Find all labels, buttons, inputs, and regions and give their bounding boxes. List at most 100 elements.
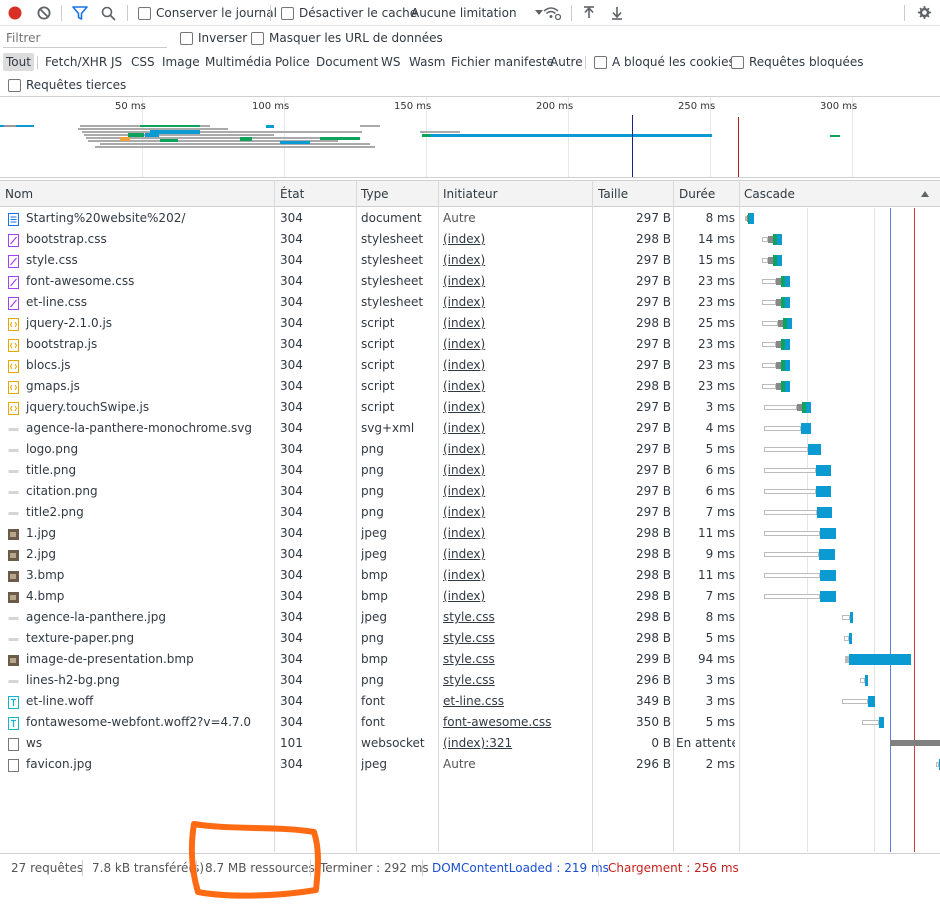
preserve-log-checkbox[interactable]: Conserver le journal (138, 0, 277, 26)
waterfall-cell[interactable] (742, 271, 940, 292)
request-name-cell[interactable]: gmaps.js (8, 376, 274, 397)
request-initiator[interactable]: (index) (443, 313, 593, 334)
column-header-waterfall[interactable]: Cascade (739, 181, 795, 207)
network-conditions-button[interactable] (543, 0, 561, 26)
type-filter-multimedia[interactable]: Multimédia (202, 53, 275, 71)
waterfall-cell[interactable] (742, 502, 940, 523)
request-row[interactable]: bootstrap.js 304 script (index) 297 B 23 ms (0, 334, 940, 355)
request-row[interactable]: jquery.touchSwipe.js 304 script (index) 297 … (0, 397, 940, 418)
request-name-cell[interactable]: citation.png (8, 481, 274, 502)
import-har-button[interactable] (583, 0, 595, 26)
filter-toggle-button[interactable] (72, 0, 88, 26)
waterfall-cell[interactable] (742, 628, 940, 649)
request-row[interactable]: et-line.woff 304 font et-line.css 349 B 3 ms (0, 691, 940, 712)
request-initiator[interactable]: (index) (443, 292, 593, 313)
request-row[interactable]: lines-h2-bg.png 304 png style.css 296 B 3 ms (0, 670, 940, 691)
request-row[interactable]: et-line.css 304 stylesheet (index) 297 B 23 m… (0, 292, 940, 313)
request-name-cell[interactable]: 4.bmp (8, 586, 274, 607)
waterfall-cell[interactable] (742, 544, 940, 565)
request-row[interactable]: jquery-2.1.0.js 304 script (index) 298 B 25 m… (0, 313, 940, 334)
request-name-cell[interactable]: font-awesome.css (8, 271, 274, 292)
type-filter-ws[interactable]: WS (378, 53, 403, 71)
waterfall-cell[interactable] (742, 607, 940, 628)
request-initiator[interactable]: style.css (443, 670, 593, 691)
request-row[interactable]: favicon.jpg 304 jpeg Autre 296 B 2 ms (0, 754, 940, 775)
waterfall-cell[interactable] (742, 670, 940, 691)
request-row[interactable]: title2.png 304 png (index) 297 B 7 ms (0, 502, 940, 523)
request-name-cell[interactable]: fontawesome-webfont.woff2?v=4.7.0 (8, 712, 274, 733)
request-initiator[interactable]: (index) (443, 502, 593, 523)
third-party-box[interactable] (8, 78, 21, 92)
request-initiator[interactable]: (index) (443, 271, 593, 292)
column-header-time[interactable]: Durée (674, 181, 715, 207)
request-initiator[interactable]: font-awesome.css (443, 712, 593, 733)
request-row[interactable]: title.png 304 png (index) 297 B 6 ms (0, 460, 940, 481)
request-row[interactable]: 1.jpg 304 jpeg (index) 298 B 11 ms (0, 523, 940, 544)
type-filter-autre[interactable]: Autre (547, 53, 586, 71)
request-initiator[interactable]: (index) (443, 397, 593, 418)
request-row[interactable]: gmaps.js 304 script (index) 298 B 23 ms (0, 376, 940, 397)
waterfall-cell[interactable] (742, 691, 940, 712)
request-name-cell[interactable]: 1.jpg (8, 523, 274, 544)
request-initiator[interactable]: (index) (443, 481, 593, 502)
throttling-select[interactable]: Aucune limitation (411, 0, 544, 26)
waterfall-cell[interactable] (742, 586, 940, 607)
type-filter-fetch-xhr[interactable]: Fetch/XHR (42, 53, 110, 71)
waterfall-cell[interactable] (742, 460, 940, 481)
column-header-initiator[interactable]: Initiateur (438, 181, 498, 207)
request-name-cell[interactable]: image-de-presentation.bmp (8, 649, 274, 670)
request-row[interactable]: fontawesome-webfont.woff2?v=4.7.0 304 font… (0, 712, 940, 733)
request-initiator[interactable]: (index) (443, 418, 593, 439)
request-initiator[interactable]: (index) (443, 523, 593, 544)
settings-button[interactable] (916, 0, 932, 26)
export-har-button[interactable] (611, 0, 623, 26)
type-filter-image[interactable]: Image (159, 53, 203, 71)
request-initiator[interactable]: style.css (443, 607, 593, 628)
request-name-cell[interactable]: 3.bmp (8, 565, 274, 586)
type-filter-manifest[interactable]: Fichier manifeste (448, 53, 557, 71)
blocked-cookies-box[interactable] (594, 55, 607, 69)
request-row[interactable]: blocs.js 304 script (index) 297 B 23 ms (0, 355, 940, 376)
request-initiator[interactable]: et-line.css (443, 691, 593, 712)
invert-box[interactable] (180, 31, 193, 45)
request-name-cell[interactable]: favicon.jpg (8, 754, 274, 775)
request-row[interactable]: bootstrap.css 304 stylesheet (index) 298 B 14… (0, 229, 940, 250)
request-row[interactable]: texture-paper.png 304 png style.css 298 B 5 m… (0, 628, 940, 649)
preserve-log-box[interactable] (138, 6, 151, 20)
request-name-cell[interactable]: bootstrap.css (8, 229, 274, 250)
request-initiator[interactable]: (index) (443, 229, 593, 250)
timeline-overview[interactable]: 50 ms 100 ms 150 ms 200 ms 250 ms 300 ms (0, 97, 940, 178)
request-row[interactable]: agence-la-panthere.jpg 304 jpeg style.css 29… (0, 607, 940, 628)
request-name-cell[interactable]: 2.jpg (8, 544, 274, 565)
column-header-type[interactable]: Type (356, 181, 389, 207)
request-initiator[interactable]: (index) (443, 586, 593, 607)
waterfall-cell[interactable] (742, 292, 940, 313)
request-row[interactable]: agence-la-panthere-monochrome.svg 304 svg+… (0, 418, 940, 439)
clear-button[interactable] (37, 0, 51, 26)
type-filter-wasm[interactable]: Wasm (406, 53, 448, 71)
request-row[interactable]: style.css 304 stylesheet (index) 297 B 15 ms (0, 250, 940, 271)
blocked-requests-checkbox[interactable]: Requêtes bloquées (731, 50, 863, 74)
waterfall-cell[interactable] (742, 565, 940, 586)
request-name-cell[interactable]: style.css (8, 250, 274, 271)
request-row[interactable]: 2.jpg 304 jpeg (index) 298 B 9 ms (0, 544, 940, 565)
request-row[interactable]: ws 101 websocket (index):321 0 B En attente (0, 733, 940, 754)
request-name-cell[interactable]: et-line.css (8, 292, 274, 313)
waterfall-cell[interactable] (742, 334, 940, 355)
type-filter-police[interactable]: Police (272, 53, 313, 71)
blocked-requests-box[interactable] (731, 55, 744, 69)
request-name-cell[interactable]: bootstrap.js (8, 334, 274, 355)
waterfall-cell[interactable] (742, 313, 940, 334)
filter-input[interactable] (3, 28, 167, 48)
waterfall-cell[interactable] (742, 418, 940, 439)
waterfall-cell[interactable] (742, 376, 940, 397)
waterfall-cell[interactable] (742, 523, 940, 544)
request-initiator[interactable]: (index) (443, 460, 593, 481)
search-button[interactable] (101, 0, 116, 26)
invert-checkbox[interactable]: Inverser (180, 26, 247, 50)
request-name-cell[interactable]: texture-paper.png (8, 628, 274, 649)
hide-data-urls-box[interactable] (251, 31, 264, 45)
request-name-cell[interactable]: title.png (8, 460, 274, 481)
waterfall-cell[interactable] (742, 397, 940, 418)
waterfall-cell[interactable] (742, 481, 940, 502)
